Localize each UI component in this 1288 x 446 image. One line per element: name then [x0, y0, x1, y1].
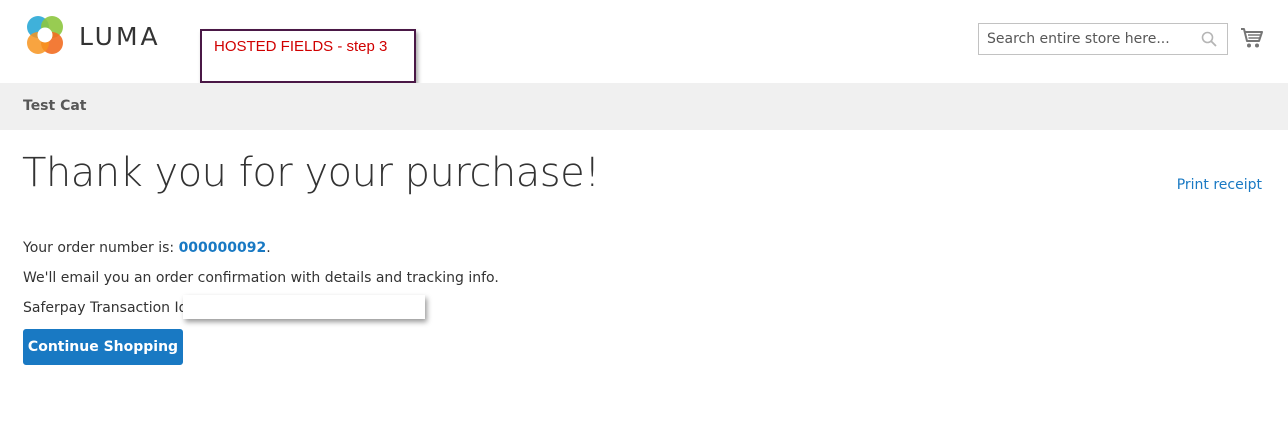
continue-shopping-button[interactable]: Continue Shopping — [23, 329, 183, 365]
logo-text: LUMA — [79, 21, 161, 51]
annotation-label: HOSTED FIELDS - step 3 — [214, 38, 388, 55]
email-confirmation-note: We'll email you an order confirmation wi… — [23, 270, 499, 286]
search-box — [978, 23, 1228, 55]
print-receipt-link[interactable]: Print receipt — [1177, 177, 1262, 193]
order-number-link[interactable]: 000000092 — [179, 240, 267, 256]
order-number-suffix: . — [266, 240, 271, 256]
transaction-id-label: Saferpay Transaction Id: — [23, 300, 193, 316]
page-header: LUMA HOSTED FIELDS - step 3 — [0, 0, 1288, 83]
cart-icon[interactable] — [1240, 27, 1264, 54]
nav-item-test-cat[interactable]: Test Cat — [23, 98, 87, 114]
page-title: Thank you for your purchase! — [22, 150, 600, 196]
order-number-line: Your order number is: 000000092. — [23, 240, 271, 256]
order-number-prefix: Your order number is: — [23, 240, 179, 256]
annotation-box: HOSTED FIELDS - step 3 — [200, 29, 416, 83]
transaction-id-value — [183, 295, 425, 319]
store-logo[interactable]: LUMA — [23, 14, 161, 58]
search-icon[interactable] — [1201, 31, 1217, 52]
luma-logo-icon — [27, 16, 63, 54]
search-input[interactable] — [979, 24, 1197, 54]
category-nav-bar: Test Cat — [0, 83, 1288, 130]
